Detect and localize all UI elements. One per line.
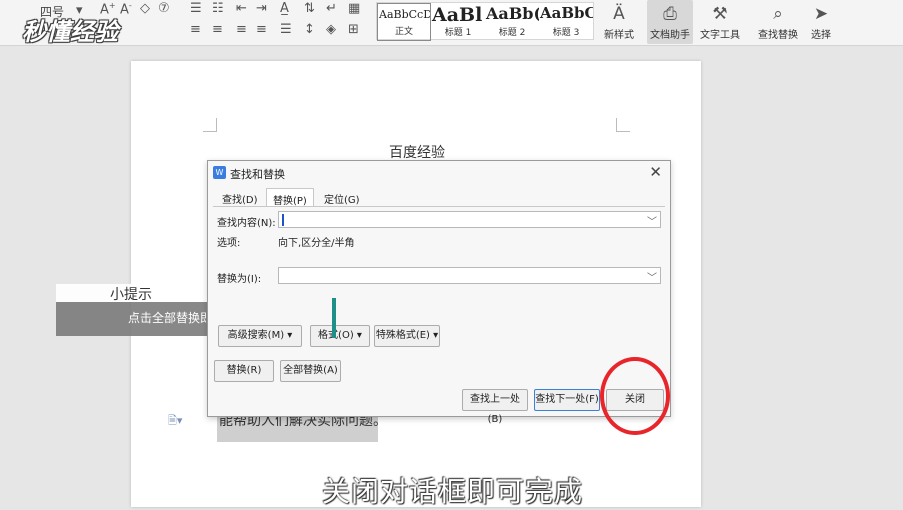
find-replace-dialog: W 查找和替换 ✕ 查找(D) 替换(P) 定位(G) 查找内容(N): ﹀ 选…	[207, 160, 671, 425]
paragraph-icon[interactable]: 🗎▾	[168, 412, 182, 431]
style-heading-3[interactable]: AaBbC 标题 3	[539, 3, 593, 41]
chevron-down-icon[interactable]: ﹀	[647, 213, 657, 228]
margin-corner-top-right	[616, 118, 630, 132]
replace-input[interactable]: ﹀	[278, 267, 661, 284]
ribbon-toolbar: 四号 ▾ A+ A- ◇ ⑦ ☰ ☷ ⇤ ⇥ A̲ ⇅ ↵ ▦ ≡ ≡ ≡ ≡ …	[0, 0, 903, 46]
find-label: 查找内容(N):	[217, 218, 276, 229]
search-icon: ⌕	[773, 4, 783, 24]
distribute-icon[interactable]: ☰	[280, 22, 292, 37]
pinyin-icon[interactable]: ⑦	[158, 1, 170, 16]
tab-divider	[213, 206, 665, 207]
special-format-button[interactable]: 特殊格式(E) ▾	[374, 325, 440, 347]
justify-icon[interactable]: ≡	[256, 22, 267, 37]
outdent-icon[interactable]: ⇤	[236, 1, 247, 16]
watermark-logo: 秒懂经验	[22, 18, 118, 46]
video-subtitle: 关闭对话框即可完成	[322, 475, 584, 508]
wps-logo-icon: W	[213, 166, 226, 179]
new-style-button[interactable]: Ä 新样式	[598, 0, 640, 44]
find-input[interactable]: ﹀	[278, 211, 661, 228]
margin-corner-top-left	[203, 118, 217, 132]
dialog-titlebar[interactable]: W 查找和替换 ✕	[208, 161, 670, 185]
tip-title: 小提示	[110, 287, 152, 303]
close-icon[interactable]: ✕	[649, 163, 662, 181]
doc-assistant-button[interactable]: ⎙ 文档助手	[647, 0, 693, 44]
shading-icon[interactable]: ◈	[326, 22, 336, 37]
replace-button[interactable]: 替换(R)	[214, 360, 274, 382]
replace-all-button[interactable]: 全部替换(A)	[280, 360, 341, 382]
line-spacing-icon[interactable]: ↕	[304, 22, 315, 37]
wrench-icon: ⚒	[712, 4, 728, 24]
align-right-icon[interactable]: ≡	[236, 22, 247, 37]
find-next-button[interactable]: 查找下一处(F)	[534, 389, 600, 411]
style-heading-2[interactable]: AaBb( 标题 2	[485, 3, 539, 41]
tab-goto[interactable]: 定位(G)	[318, 188, 366, 207]
tab-find[interactable]: 查找(D)	[216, 188, 264, 207]
find-replace-button[interactable]: ⌕ 查找替换	[752, 0, 804, 44]
sort-icon[interactable]: ⇅	[304, 1, 315, 16]
border-icon[interactable]: ▦	[348, 1, 360, 16]
document-title: 百度经验	[389, 145, 445, 161]
text-caret	[282, 214, 284, 226]
doc-assistant-icon: ⎙	[663, 4, 677, 24]
numbered-list-icon[interactable]: ☷	[212, 1, 224, 16]
dialog-title: 查找和替换	[230, 168, 285, 181]
show-marks-icon[interactable]: ↵	[326, 1, 337, 16]
style-heading-1[interactable]: AaBl 标题 1	[431, 3, 485, 41]
options-label: 选项:	[217, 238, 241, 249]
text-tools-button[interactable]: ⚒ 文字工具	[696, 0, 744, 44]
style-normal[interactable]: AaBbCcDd 正文	[377, 3, 431, 41]
select-button[interactable]: ➤ 选择	[806, 0, 836, 44]
clear-format-icon[interactable]: ◇	[140, 1, 150, 16]
options-value: 向下,区分全/半角	[278, 238, 355, 249]
bullet-list-icon[interactable]: ☰	[190, 1, 202, 16]
find-previous-button[interactable]: 查找上一处(B)	[462, 389, 528, 425]
advanced-search-button[interactable]: 高级搜索(M) ▾	[218, 325, 302, 347]
replace-label: 替换为(I):	[217, 274, 262, 285]
tab-replace[interactable]: 替换(P)	[266, 188, 314, 207]
chevron-down-icon[interactable]: ﹀	[647, 269, 657, 284]
indent-icon[interactable]: ⇥	[256, 1, 267, 16]
format-button[interactable]: 格式(O) ▾	[310, 325, 370, 347]
cursor-arrow-icon: ➤	[813, 4, 829, 24]
teal-accent-bar	[332, 298, 336, 338]
shrink-font-icon[interactable]: A-	[120, 1, 132, 17]
align-center-icon[interactable]: ≡	[212, 22, 223, 37]
new-style-icon: Ä	[613, 4, 625, 24]
table-border-icon[interactable]: ⊞	[348, 22, 359, 37]
char-scale-icon[interactable]: A̲	[280, 1, 289, 16]
align-left-icon[interactable]: ≡	[190, 22, 201, 37]
red-circle-annotation	[600, 357, 670, 435]
style-gallery: AaBbCcDd 正文 AaBl 标题 1 AaBb( 标题 2 AaBbC 标…	[376, 2, 594, 41]
